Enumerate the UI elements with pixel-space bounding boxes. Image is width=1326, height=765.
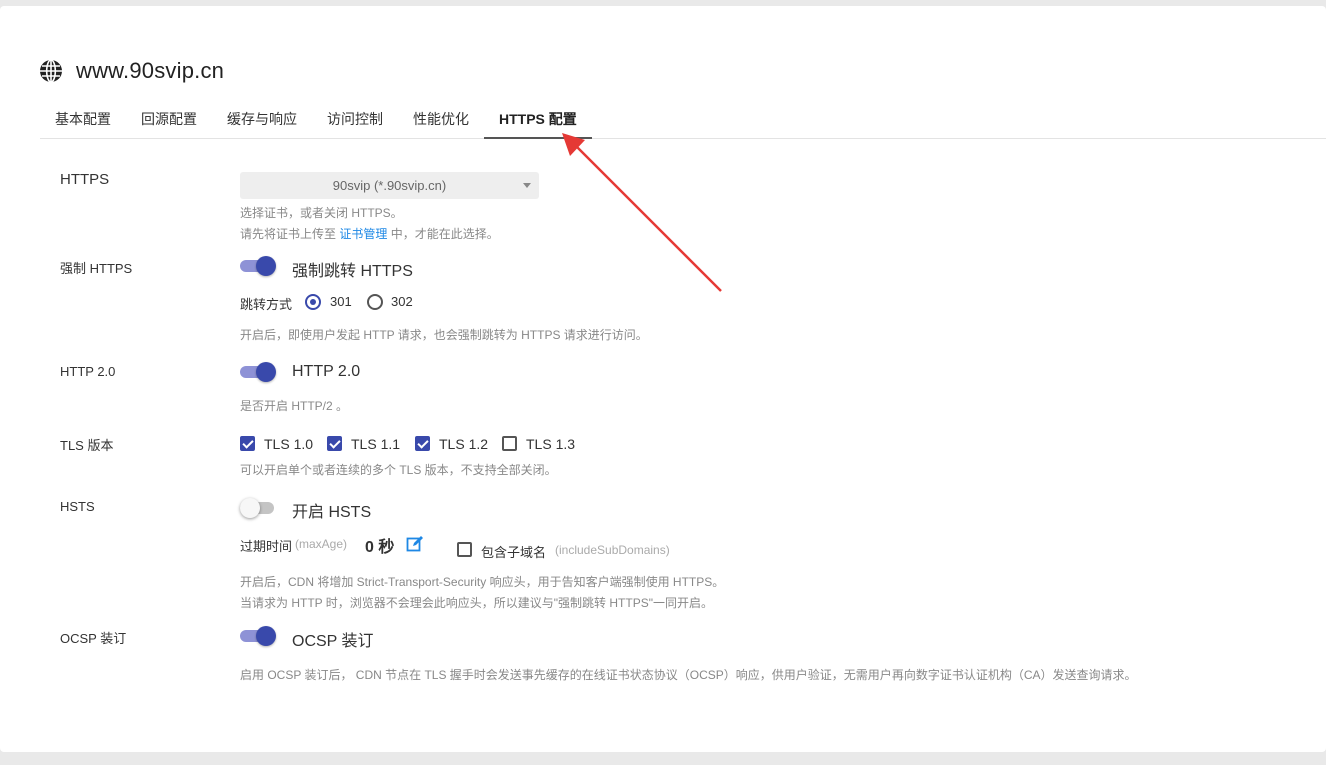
page-header: www.90svip.cn [39,56,224,86]
ocsp-toggle[interactable] [240,626,276,646]
tab-https-config[interactable]: HTTPS 配置 [484,106,592,139]
max-age-value: 0 秒 [365,539,395,556]
tab-cache-response[interactable]: 缓存与响应 [212,106,312,138]
tls-1-3-label: TLS 1.3 [526,436,576,452]
tab-origin-config[interactable]: 回源配置 [126,106,212,138]
ocsp-label: OCSP 装订 [60,631,127,646]
tls-help: 可以开启单个或者连续的多个 TLS 版本，不支持全部关闭。 [240,463,557,477]
tls-1-0-label: TLS 1.0 [264,436,314,452]
include-subdomains-label: 包含子域名 [481,545,547,560]
ocsp-toggle-label: OCSP 装订 [292,633,374,650]
max-age-label: 过期时间 [240,539,293,554]
tab-bar: 基本配置 回源配置 缓存与响应 访问控制 性能优化 HTTPS 配置 [40,106,1326,139]
http2-label: HTTP 2.0 [60,364,116,379]
hsts-toggle-label: 开启 HSTS [292,504,372,521]
settings-card: www.90svip.cn 基本配置 回源配置 缓存与响应 访问控制 性能优化 … [0,6,1326,752]
force-https-toggle[interactable] [240,256,276,276]
max-age-hint: (maxAge) [295,537,348,551]
hsts-label: HSTS [60,499,95,514]
hsts-toggle[interactable] [240,498,276,518]
edit-icon[interactable] [406,535,424,553]
force-https-help: 开启后，即使用户发起 HTTP 请求，也会强制跳转为 HTTPS 请求进行访问。 [240,328,648,342]
include-subdomains-checkbox[interactable] [457,542,472,557]
force-https-label: 强制 HTTPS [60,261,133,276]
redirect-301-radio[interactable] [305,294,321,310]
certificate-select[interactable]: 90svip (*.90svip.cn) [240,172,539,199]
redirect-302-label: 302 [391,294,413,309]
https-help-1: 选择证书，或者关闭 HTTPS。 [240,206,403,220]
certificate-management-link[interactable]: 证书管理 [339,227,387,241]
redirect-method-label: 跳转方式 [240,297,293,312]
globe-icon [40,59,62,83]
redirect-301-label: 301 [330,294,352,309]
ocsp-help: 启用 OCSP 装订后， CDN 节点在 TLS 握手时会发送事先缓存的在线证书… [240,668,1137,682]
force-https-toggle-label: 强制跳转 HTTPS [292,263,413,280]
https-help-2: 请先将证书上传至 证书管理 中，才能在此选择。 [240,227,499,241]
http2-help: 是否开启 HTTP/2 。 [240,399,349,413]
http2-toggle[interactable] [240,362,276,382]
tls-1-2-label: TLS 1.2 [439,436,489,452]
tab-access-control[interactable]: 访问控制 [312,106,398,138]
tls-label: TLS 版本 [60,438,114,453]
chevron-down-icon [523,183,531,188]
tab-basic-config[interactable]: 基本配置 [40,106,126,138]
tls-1-1-checkbox[interactable] [327,436,342,451]
hsts-help-2: 当请求为 HTTP 时，浏览器不会理会此响应头，所以建议与"强制跳转 HTTPS… [240,596,713,610]
hsts-help-1: 开启后，CDN 将增加 Strict-Transport-Security 响应… [240,575,725,589]
page-title: www.90svip.cn [76,58,225,83]
tls-1-2-checkbox[interactable] [415,436,430,451]
tab-performance[interactable]: 性能优化 [398,106,484,138]
https-label: HTTPS [60,171,110,188]
redirect-302-radio[interactable] [367,294,383,310]
http2-toggle-label: HTTP 2.0 [292,363,361,380]
tls-1-1-label: TLS 1.1 [351,436,401,452]
include-subdomains-hint: (includeSubDomains) [555,543,670,557]
tls-1-3-checkbox[interactable] [502,436,517,451]
certificate-select-value: 90svip (*.90svip.cn) [332,178,447,193]
tls-1-0-checkbox[interactable] [240,436,255,451]
